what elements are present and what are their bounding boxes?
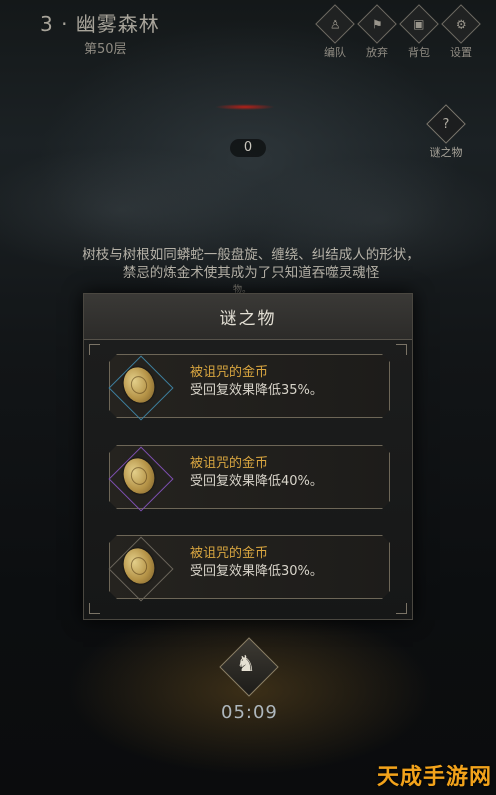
item-name: 被诅咒的金币: [190, 365, 269, 380]
floor-title: 3 · 幽雾森林: [40, 12, 160, 36]
beast-icon: ♞: [236, 652, 256, 677]
backpack-button[interactable]: ▣ 背包: [399, 4, 439, 60]
watermark-logo: 天成手游网: [376, 765, 492, 790]
action-emblem-button[interactable]: ♞: [219, 637, 279, 697]
riddle-button-label: 谜之物: [429, 146, 463, 159]
team-icon: ♙: [315, 4, 355, 44]
riddle-items-modal: 谜之物 被诅咒的金币 受回复效果降低35%。 被诅咒的金币 受回复效果降低40%…: [83, 293, 413, 620]
riddle-icon: ?: [426, 104, 466, 144]
team-button-label: 编队: [324, 46, 346, 59]
item-description: 受回复效果降低40%。: [190, 474, 323, 489]
modal-title: 谜之物: [84, 294, 412, 340]
top-toolbar: ♙ 编队 ⚑ 放弃 ▣ 背包 ⚙ 设置: [315, 4, 481, 60]
item-name: 被诅咒的金币: [190, 456, 269, 471]
countdown-timer: 05:09: [221, 702, 278, 723]
floor-subtitle: 第50层: [84, 42, 127, 57]
backpack-button-label: 背包: [408, 46, 430, 59]
backpack-icon: ▣: [399, 4, 439, 44]
item-description: 受回复效果降低30%。: [190, 564, 323, 579]
riddle-items-button[interactable]: ? 谜之物: [424, 104, 468, 160]
corner-ornament: [89, 344, 100, 355]
abandon-button[interactable]: ⚑ 放弃: [357, 4, 397, 60]
item-description: 受回复效果降低35%。: [190, 383, 323, 398]
abandon-icon: ⚑: [357, 4, 397, 44]
abandon-button-label: 放弃: [366, 46, 388, 59]
item-name: 被诅咒的金币: [190, 546, 269, 561]
story-text: 树枝与树根如同蟒蛇一般盘旋、缠绕、纠结成人的形状，禁忌的炼金术使其成为了只知道吞…: [82, 247, 420, 281]
settings-icon: ⚙: [441, 4, 481, 44]
corner-ornament: [396, 603, 407, 614]
red-glow-marker: [215, 104, 275, 110]
settings-button-label: 设置: [450, 46, 472, 59]
corner-ornament: [89, 603, 100, 614]
corner-ornament: [396, 344, 407, 355]
team-button[interactable]: ♙ 编队: [315, 4, 355, 60]
counter-badge: 0: [230, 139, 266, 157]
settings-button[interactable]: ⚙ 设置: [441, 4, 481, 60]
